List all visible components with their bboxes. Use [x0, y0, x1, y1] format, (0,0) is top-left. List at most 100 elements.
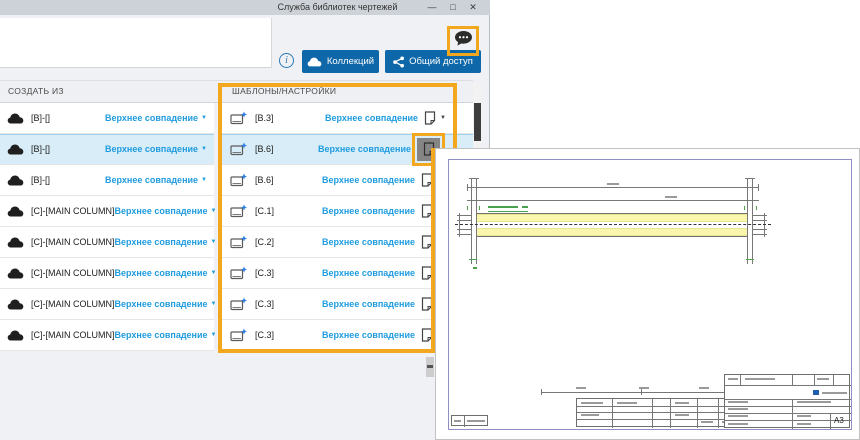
window-title: Служба библиотек чертежей — [250, 0, 425, 15]
source-row[interactable]: [B]-[] Верхнее совпадение▼ — [0, 134, 214, 165]
cloud-icon — [7, 299, 24, 310]
drawing-library-dialog: Служба библиотек чертежей — □ ✕ i Коллек… — [0, 0, 490, 440]
company-logo — [813, 390, 819, 395]
match-link[interactable]: Верхнее совпадение — [322, 299, 415, 309]
new-drawing-icon — [230, 142, 248, 156]
close-button[interactable]: ✕ — [465, 0, 481, 15]
source-row[interactable]: [C]-[MAIN COLUMN]Верхнее совпадение▼ — [0, 196, 214, 227]
match-dropdown[interactable]: Верхнее совпадение▼ — [105, 175, 207, 185]
match-dropdown[interactable]: Верхнее совпадение▼ — [115, 237, 217, 247]
source-name: [C]-[MAIN COLUMN] — [31, 268, 115, 278]
match-dropdown[interactable]: Верхнее совпадение▼ — [105, 144, 207, 154]
match-dropdown[interactable]: Верхнее совпадение▼ — [115, 206, 217, 216]
source-name: [C]-[MAIN COLUMN] — [31, 330, 115, 340]
template-name: [B.6] — [255, 144, 274, 154]
template-name: [B.6] — [255, 175, 274, 185]
scrollbar-thumb[interactable] — [474, 103, 481, 141]
page-icon[interactable] — [421, 297, 433, 311]
page-icon[interactable] — [421, 204, 433, 218]
match-dropdown[interactable]: Верхнее совпадение▼ — [105, 113, 207, 123]
new-drawing-icon — [230, 235, 248, 249]
match-link[interactable]: Верхнее совпадение — [322, 268, 415, 278]
new-drawing-icon — [230, 328, 248, 342]
cloud-icon — [7, 268, 24, 279]
cloud-icon — [7, 144, 24, 155]
template-name: [C.3] — [255, 268, 274, 278]
source-name: [B]-[] — [31, 144, 50, 154]
chat-highlight-box — [447, 26, 479, 56]
paper-size-label: A3 — [834, 416, 844, 425]
titlebar[interactable]: Служба библиотек чертежей — □ ✕ — [0, 0, 490, 15]
create-from-header: СОЗДАТЬ ИЗ — [8, 81, 64, 102]
page-icon[interactable] — [421, 266, 433, 280]
match-link[interactable]: Верхнее совпадение — [322, 237, 415, 247]
source-name: [B]-[] — [31, 113, 50, 123]
caret-down-icon: ▼ — [211, 208, 217, 214]
match-dropdown[interactable]: Верхнее совпадение▼ — [115, 299, 217, 309]
filter-area[interactable] — [0, 18, 272, 68]
chat-icon[interactable] — [454, 30, 473, 52]
match-dropdown[interactable]: Верхнее совпадение▼ — [115, 330, 217, 340]
match-link[interactable]: Верхнее совпадение — [322, 175, 415, 185]
page-icon[interactable] — [421, 173, 433, 187]
source-row[interactable]: [C]-[MAIN COLUMN]Верхнее совпадение▼ — [0, 320, 214, 351]
template-name: [C.3] — [255, 330, 274, 340]
revision-table — [451, 415, 488, 426]
drawing-sheet: A3 — [448, 159, 852, 430]
cloud-icon — [307, 57, 322, 67]
match-link[interactable]: Верхнее совпадение — [325, 113, 418, 123]
collections-label: Коллекций — [327, 56, 374, 67]
match-dropdown[interactable]: Верхнее совпадение▼ — [115, 268, 217, 278]
collections-button[interactable]: Коллекций — [302, 50, 379, 73]
template-name: [C.1] — [255, 206, 274, 216]
template-name: [B.3] — [255, 113, 274, 123]
info-icon[interactable]: i — [279, 53, 294, 68]
cloud-icon — [7, 175, 24, 186]
source-row[interactable]: [B]-[] Верхнее совпадение▼ — [0, 103, 214, 134]
match-link[interactable]: Верхнее совпадение — [322, 206, 415, 216]
templates-header: ШАБЛОНЫ/НАСТРОЙКИ — [232, 81, 336, 102]
match-link[interactable]: Верхнее совпадение — [322, 330, 415, 340]
new-drawing-icon — [230, 297, 248, 311]
caret-down-icon[interactable]: ▼ — [440, 115, 446, 121]
source-name: [C]-[MAIN COLUMN] — [31, 237, 115, 247]
template-name: [C.2] — [255, 237, 274, 247]
source-name: [C]-[MAIN COLUMN] — [31, 206, 115, 216]
cloud-icon — [7, 237, 24, 248]
new-drawing-icon — [230, 266, 248, 280]
source-row[interactable]: [C]-[MAIN COLUMN]Верхнее совпадение▼ — [0, 258, 214, 289]
page-icon[interactable] — [421, 328, 433, 342]
cloud-icon — [7, 206, 24, 217]
match-link[interactable]: Верхнее совпадение — [318, 144, 411, 154]
share-icon — [393, 56, 404, 68]
source-name: [C]-[MAIN COLUMN] — [31, 299, 115, 309]
minimize-button[interactable]: — — [424, 0, 440, 15]
caret-down-icon: ▼ — [201, 146, 207, 152]
source-row[interactable]: [C]-[MAIN COLUMN]Верхнее совпадение▼ — [0, 289, 214, 320]
screen: Служба библиотек чертежей — □ ✕ i Коллек… — [0, 0, 860, 440]
new-drawing-icon — [230, 204, 248, 218]
page-icon[interactable] — [421, 235, 433, 249]
template-name: [C.3] — [255, 299, 274, 309]
cloud-icon — [7, 113, 24, 124]
caret-down-icon: ▼ — [211, 239, 217, 245]
splitter-handle[interactable] — [426, 357, 434, 377]
page-icon[interactable] — [424, 111, 436, 125]
source-name: [B]-[] — [31, 175, 50, 185]
source-row[interactable]: [B]-[] Верхнее совпадение▼ — [0, 165, 214, 196]
caret-down-icon: ▼ — [211, 301, 217, 307]
column-headers: СОЗДАТЬ ИЗ ШАБЛОНЫ/НАСТРОЙКИ — [0, 80, 473, 103]
title-block: A3 — [724, 374, 850, 428]
caret-down-icon: ▼ — [201, 177, 207, 183]
new-drawing-icon — [230, 111, 248, 125]
caret-down-icon: ▼ — [211, 270, 217, 276]
share-label: Общий доступ — [409, 56, 473, 67]
create-from-list: [B]-[] Верхнее совпадение▼ [B]-[] Верхнее с… — [0, 103, 214, 351]
cloud-icon — [7, 330, 24, 341]
caret-down-icon: ▼ — [211, 332, 217, 338]
source-row[interactable]: [C]-[MAIN COLUMN]Верхнее совпадение▼ — [0, 227, 214, 258]
new-drawing-icon — [230, 173, 248, 187]
caret-down-icon: ▼ — [201, 115, 207, 121]
template-row[interactable]: [B.3] Верхнее совпадение ▼ — [222, 103, 473, 134]
maximize-button[interactable]: □ — [445, 0, 461, 15]
